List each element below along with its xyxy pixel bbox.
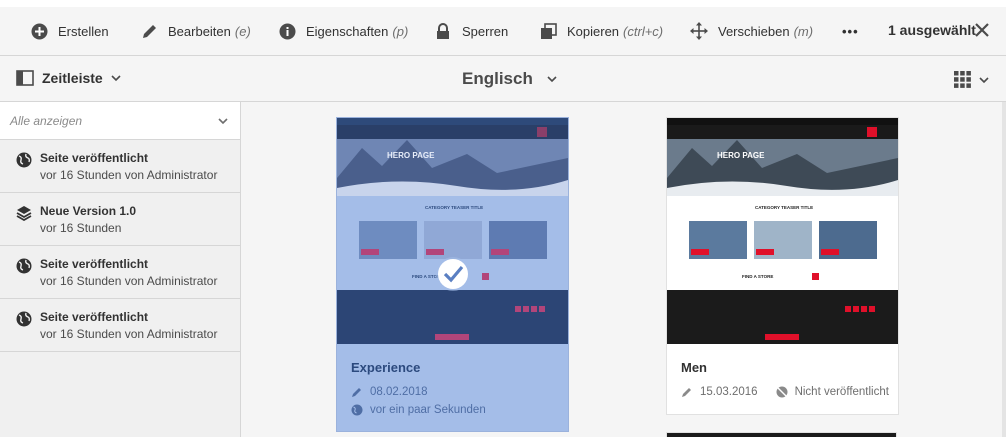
page-thumbnail: HERO PAGE CATEGORY TEASER TITLE FIND A S… (337, 118, 568, 344)
selected-check-circle (438, 259, 468, 289)
globe-icon (16, 152, 32, 168)
copy-button[interactable]: Kopieren (ctrl+c) (539, 20, 663, 42)
card-modified: 08.02.2018 (351, 386, 428, 398)
close-icon (975, 23, 989, 37)
card-modified-date: 08.02.2018 (370, 386, 428, 398)
timeline-item-detail: vor 16 Stunden (40, 221, 122, 235)
thumb-store-text: FIND A STORE (742, 274, 773, 279)
lock-icon (434, 22, 452, 40)
chevron-down-icon (218, 118, 228, 125)
thumb-teaser-text: CATEGORY TEASER TITLE (425, 205, 483, 210)
create-label: Erstellen (58, 23, 109, 39)
globe-icon (16, 311, 32, 327)
rail-toggle-label: Zeitleiste (42, 70, 103, 86)
content-scrollbar[interactable] (1002, 102, 1006, 437)
action-bar: Erstellen Bearbeiten (e) Eigenschaften (… (0, 0, 1006, 56)
timeline-item-detail: vor 16 Stunden von Administrator (40, 168, 218, 182)
timeline-item-detail: vor 16 Stunden von Administrator (40, 274, 218, 288)
page-title-dropdown[interactable]: Englisch (462, 69, 557, 89)
page-title: Englisch (462, 69, 533, 88)
lock-button[interactable]: Sperren (434, 20, 508, 42)
page-thumbnail: HERO PAGE CATEGORY TEASER TITLE FIND A S… (667, 118, 898, 344)
pencil-icon (352, 388, 361, 397)
timeline-item[interactable]: Seite veröffentlicht vor 16 Stunden von … (0, 299, 240, 352)
more-actions-button[interactable]: ••• (842, 20, 859, 42)
timeline-item-title: Seite veröffentlicht (40, 310, 149, 324)
timeline-item[interactable]: Neue Version 1.0 vor 16 Stunden (0, 193, 240, 246)
card-title: Men (681, 360, 707, 375)
properties-label: Eigenschaften (306, 23, 389, 39)
timeline-item-title: Seite veröffentlicht (40, 151, 149, 165)
card-modified-date: 15.03.2016 (700, 386, 758, 398)
timeline-item[interactable]: Seite veröffentlicht vor 16 Stunden von … (0, 140, 240, 193)
pencil-icon (140, 22, 158, 40)
card-title: Experience (351, 360, 421, 375)
filter-value: Alle anzeigen (10, 114, 83, 128)
add-circle-icon (30, 22, 48, 40)
card-published-status: Nicht veröffentlicht (794, 386, 889, 398)
card-published-status: vor ein paar Sekunden (370, 404, 486, 416)
timeline-item-title: Neue Version 1.0 (40, 204, 137, 218)
more-icon: ••• (842, 23, 859, 39)
timeline-item[interactable]: Seite veröffentlicht vor 16 Stunden von … (0, 246, 240, 299)
move-shortcut: (m) (793, 23, 814, 39)
card-meta-row: 15.03.2016 Nicht veröffentlicht (681, 386, 889, 398)
layers-icon (16, 206, 32, 221)
chevron-down-icon (547, 76, 557, 83)
globe-unpublished-icon (776, 386, 788, 398)
thumbnail-image: HERO PAGE CATEGORY TEASER TITLE FIND A S… (667, 118, 898, 344)
globe-icon (16, 258, 32, 274)
close-selection-button[interactable] (974, 22, 990, 38)
rail-toggle-dropdown[interactable]: Zeitleiste (16, 70, 121, 86)
thumb-hero-text: HERO PAGE (387, 151, 435, 160)
card-published: vor ein paar Sekunden (351, 404, 486, 416)
panel-icon (16, 70, 34, 86)
edit-shortcut: (e) (234, 23, 251, 39)
move-button[interactable]: Verschieben (m) (690, 20, 813, 42)
next-card-partial[interactable] (666, 432, 897, 437)
chevron-down-icon (979, 76, 989, 83)
timeline-item-detail: vor 16 Stunden von Administrator (40, 327, 218, 341)
globe-icon (351, 404, 363, 416)
create-button[interactable]: Erstellen (30, 20, 109, 42)
timeline-item-title: Seite veröffentlicht (40, 257, 149, 271)
top-strip (0, 0, 1006, 7)
properties-shortcut: (p) (392, 23, 409, 39)
thumb-hero-text: HERO PAGE (717, 151, 765, 160)
pencil-icon (682, 388, 691, 397)
edit-button[interactable]: Bearbeiten (e) (140, 20, 251, 42)
properties-button[interactable]: Eigenschaften (p) (278, 20, 408, 42)
card-view-icon (954, 71, 971, 88)
move-label: Verschieben (718, 23, 790, 39)
lock-label: Sperren (462, 23, 509, 39)
selection-count: 1 ausgewählt (888, 22, 976, 38)
copy-shortcut: (ctrl+c) (623, 23, 664, 39)
info-icon (278, 22, 296, 40)
edit-label: Bearbeiten (168, 23, 231, 39)
thumbnail-image: HERO PAGE CATEGORY TEASER TITLE FIND A S… (337, 118, 568, 344)
thumb-teaser-text: CATEGORY TEASER TITLE (755, 205, 813, 210)
page-card-men[interactable]: HERO PAGE CATEGORY TEASER TITLE FIND A S… (666, 117, 899, 415)
copy-label: Kopieren (567, 23, 620, 39)
chevron-down-icon (111, 75, 121, 82)
header-bar: Zeitleiste Englisch (0, 57, 1006, 102)
move-arrows-icon (690, 22, 708, 40)
timeline-filter-select[interactable]: Alle anzeigen (0, 102, 240, 140)
view-switcher[interactable] (954, 71, 989, 88)
timeline-rail: Alle anzeigen Seite veröffentlicht vor 1… (0, 102, 241, 437)
copy-icon (539, 22, 557, 40)
card-grid: HERO PAGE CATEGORY TEASER TITLE FIND A S… (242, 102, 1006, 437)
page-card-experience[interactable]: HERO PAGE CATEGORY TEASER TITLE FIND A S… (336, 117, 569, 432)
